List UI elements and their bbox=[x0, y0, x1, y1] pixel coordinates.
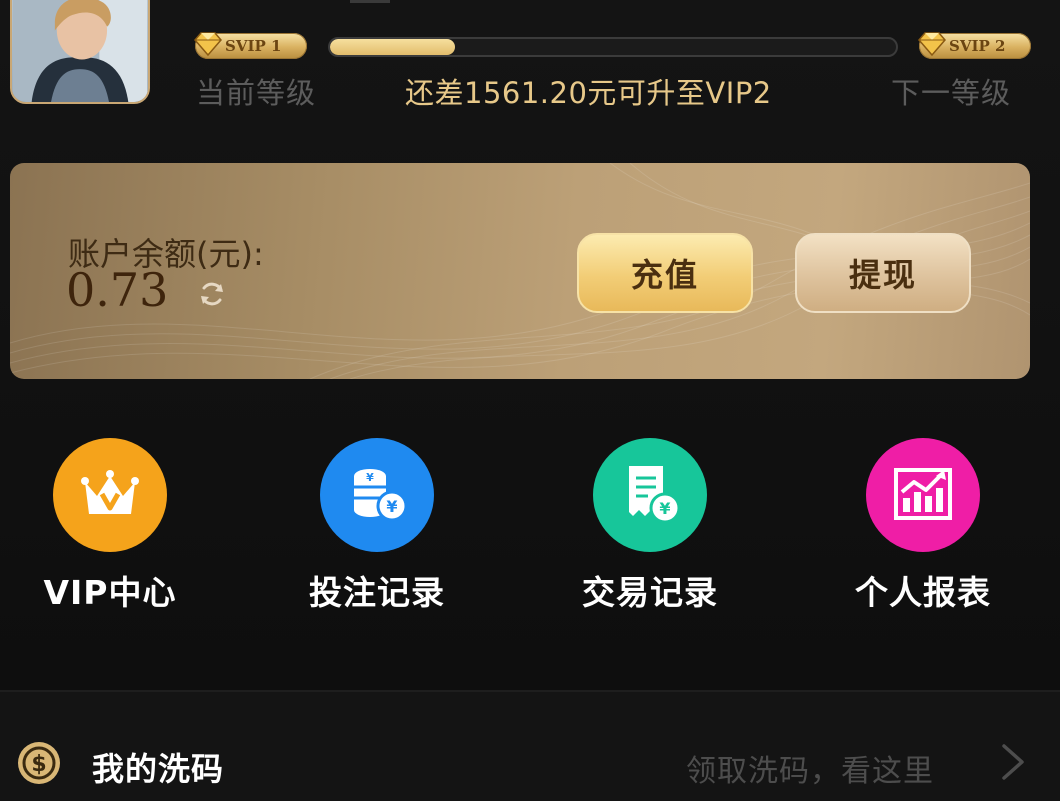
next-vip-badge-label: SVIP 2 bbox=[949, 37, 1006, 55]
vip-progress-fill bbox=[330, 39, 455, 55]
personal-report-button[interactable]: 个人报表 bbox=[803, 438, 1043, 614]
vip-center-label: VIP中心 bbox=[43, 573, 177, 612]
diamond-icon bbox=[918, 32, 946, 57]
svg-text:$: $ bbox=[31, 752, 46, 777]
current-vip-badge: SVIP 1 bbox=[194, 32, 307, 59]
next-vip-badge: SVIP 2 bbox=[918, 32, 1031, 59]
bet-records-button[interactable]: ¥ ¥ 投注记录 bbox=[257, 438, 497, 614]
avatar[interactable] bbox=[10, 0, 150, 104]
transaction-records-icon-circle: ¥ bbox=[593, 438, 707, 552]
bet-records-label: 投注记录 bbox=[309, 573, 445, 612]
upgrade-tip: 还差1561.20元可升至VIP2 bbox=[405, 76, 772, 110]
svg-text:¥: ¥ bbox=[659, 499, 670, 518]
next-level-label: 下一等级 bbox=[891, 76, 1012, 110]
vip-center-icon-circle bbox=[53, 438, 167, 552]
balance-card: 账户余额(元): 0.73 充值 提现 bbox=[10, 163, 1030, 379]
chevron-right-icon bbox=[1002, 744, 1024, 780]
coins-icon: ¥ ¥ bbox=[354, 469, 408, 522]
withdraw-button[interactable]: 提现 bbox=[795, 233, 971, 313]
current-vip-badge-label: SVIP 1 bbox=[225, 37, 282, 55]
account-page: SVIP 1 SVIP 2 当前等级 还差1561.20元可升至VIP2 下一等… bbox=[0, 0, 1060, 801]
vip-center-button[interactable]: VIP中心 bbox=[0, 438, 230, 614]
my-wash-title: 我的洗码 bbox=[92, 750, 225, 788]
balance-amount: 0.73 bbox=[66, 263, 169, 317]
diamond-icon bbox=[194, 32, 222, 57]
vip-progress-bar bbox=[328, 37, 898, 57]
recharge-button[interactable]: 充值 bbox=[577, 233, 753, 313]
dollar-coin-icon: $ bbox=[18, 742, 60, 784]
refresh-icon[interactable] bbox=[197, 279, 227, 309]
avatar-image bbox=[12, 0, 148, 102]
svg-text:¥: ¥ bbox=[386, 497, 397, 516]
receipt-icon: ¥ bbox=[629, 466, 681, 524]
top-indicator bbox=[350, 0, 390, 3]
my-wash-row[interactable]: $ 我的洗码 领取洗码，看这里 bbox=[0, 692, 1060, 801]
bet-records-icon-circle: ¥ ¥ bbox=[320, 438, 434, 552]
personal-report-label: 个人报表 bbox=[855, 573, 991, 612]
wash-hint: 领取洗码，看这里 bbox=[686, 754, 934, 789]
svg-text:¥: ¥ bbox=[366, 471, 374, 484]
current-level-label: 当前等级 bbox=[196, 76, 317, 110]
crown-icon bbox=[81, 470, 139, 514]
transaction-records-label: 交易记录 bbox=[582, 573, 718, 612]
personal-report-icon-circle bbox=[866, 438, 980, 552]
chart-icon bbox=[894, 468, 952, 520]
transaction-records-button[interactable]: ¥ 交易记录 bbox=[530, 438, 770, 614]
